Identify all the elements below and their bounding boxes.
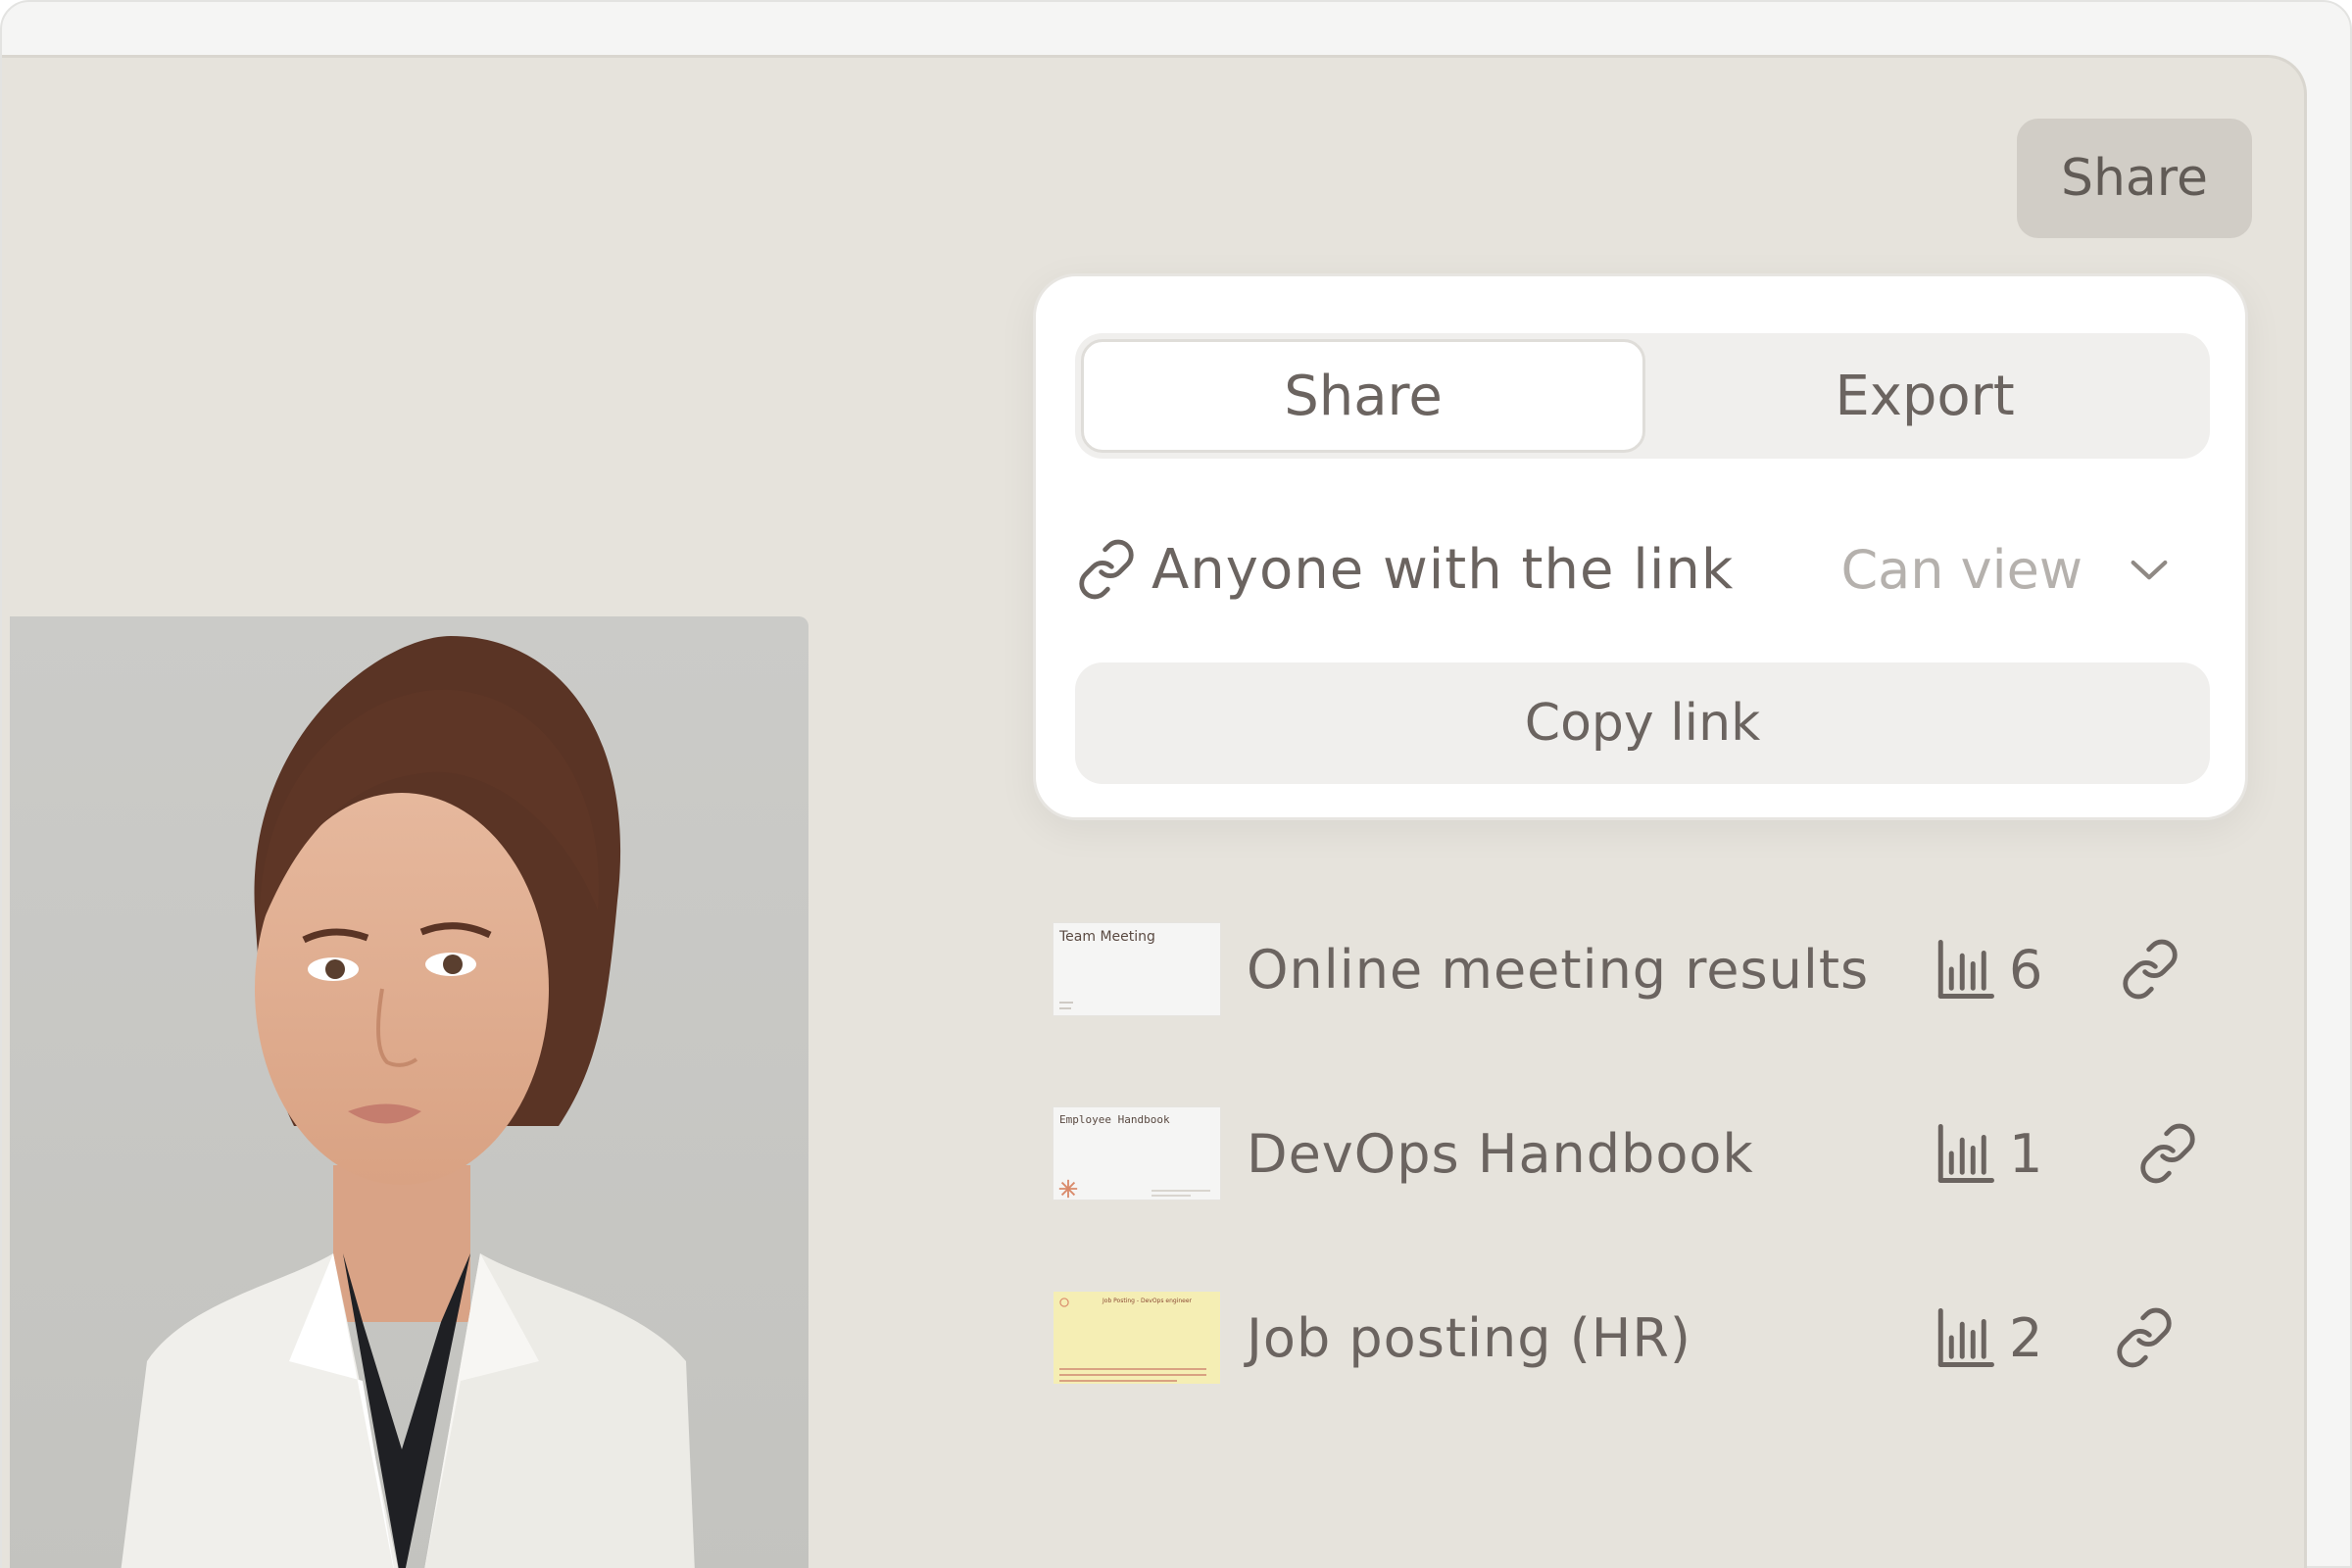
bar-chart-icon bbox=[1937, 1308, 1994, 1367]
document-title: DevOps Handbook bbox=[1247, 1122, 1754, 1185]
share-export-tabs: Share Export bbox=[1075, 333, 2210, 459]
bar-chart-icon bbox=[1937, 940, 1994, 999]
document-thumbnail: Team Meeting bbox=[1053, 922, 1221, 1016]
canvas: Share Share Export Anyone with the link … bbox=[2, 55, 2307, 1568]
list-item[interactable]: Team Meeting Online meeting results 6 bbox=[1053, 922, 2229, 1016]
access-label: Anyone with the link bbox=[1152, 537, 1735, 602]
chevron-down-icon bbox=[2131, 560, 2168, 580]
tab-share[interactable]: Share bbox=[1081, 339, 1645, 453]
document-thumbnail: Job Posting - DevOps engineer bbox=[1053, 1291, 1221, 1385]
portrait-photo bbox=[10, 616, 808, 1568]
permission-value: Can view bbox=[1840, 538, 2082, 601]
window-frame: Share Share Export Anyone with the link … bbox=[0, 0, 2352, 1568]
view-count: 6 bbox=[2009, 938, 2043, 1001]
document-stats: 2 bbox=[1933, 1305, 2042, 1370]
thumbnail-title: Job Posting - DevOps engineer bbox=[1102, 1298, 1193, 1304]
document-title: Job posting (HR) bbox=[1247, 1306, 1691, 1369]
link-icon[interactable] bbox=[2119, 938, 2181, 1001]
share-popover: Share Export Anyone with the link Can vi… bbox=[1033, 273, 2248, 820]
copy-link-button[interactable]: Copy link bbox=[1075, 662, 2210, 784]
list-item[interactable]: Job Posting - DevOps engineer Job postin… bbox=[1053, 1291, 2229, 1385]
link-icon[interactable] bbox=[2136, 1122, 2199, 1185]
tab-export[interactable]: Export bbox=[1645, 339, 2204, 453]
thumbnail-title: Team Meeting bbox=[1059, 929, 1155, 945]
link-icon bbox=[1079, 539, 1134, 600]
document-title: Online meeting results bbox=[1247, 938, 1870, 1001]
share-button[interactable]: Share bbox=[2017, 119, 2252, 238]
thumbnail-title: Employee Handbook bbox=[1059, 1113, 1170, 1126]
portrait-illustration bbox=[121, 636, 695, 1568]
view-count: 2 bbox=[2009, 1306, 2043, 1369]
permission-dropdown[interactable]: Can view bbox=[1840, 539, 2210, 601]
document-thumbnail: Employee Handbook bbox=[1053, 1106, 1221, 1200]
sun-icon bbox=[1059, 1298, 1069, 1307]
view-count: 1 bbox=[2009, 1122, 2043, 1185]
list-item[interactable]: Employee Handbook DevOps Handbook 1 bbox=[1053, 1106, 2229, 1200]
document-stats: 1 bbox=[1933, 1121, 2042, 1186]
bar-chart-icon bbox=[1937, 1124, 1994, 1183]
document-stats: 6 bbox=[1933, 937, 2042, 1002]
asterisk-icon bbox=[1058, 1179, 1078, 1199]
link-icon[interactable] bbox=[2113, 1306, 2176, 1369]
link-access-row: Anyone with the link Can view bbox=[1075, 525, 2210, 613]
